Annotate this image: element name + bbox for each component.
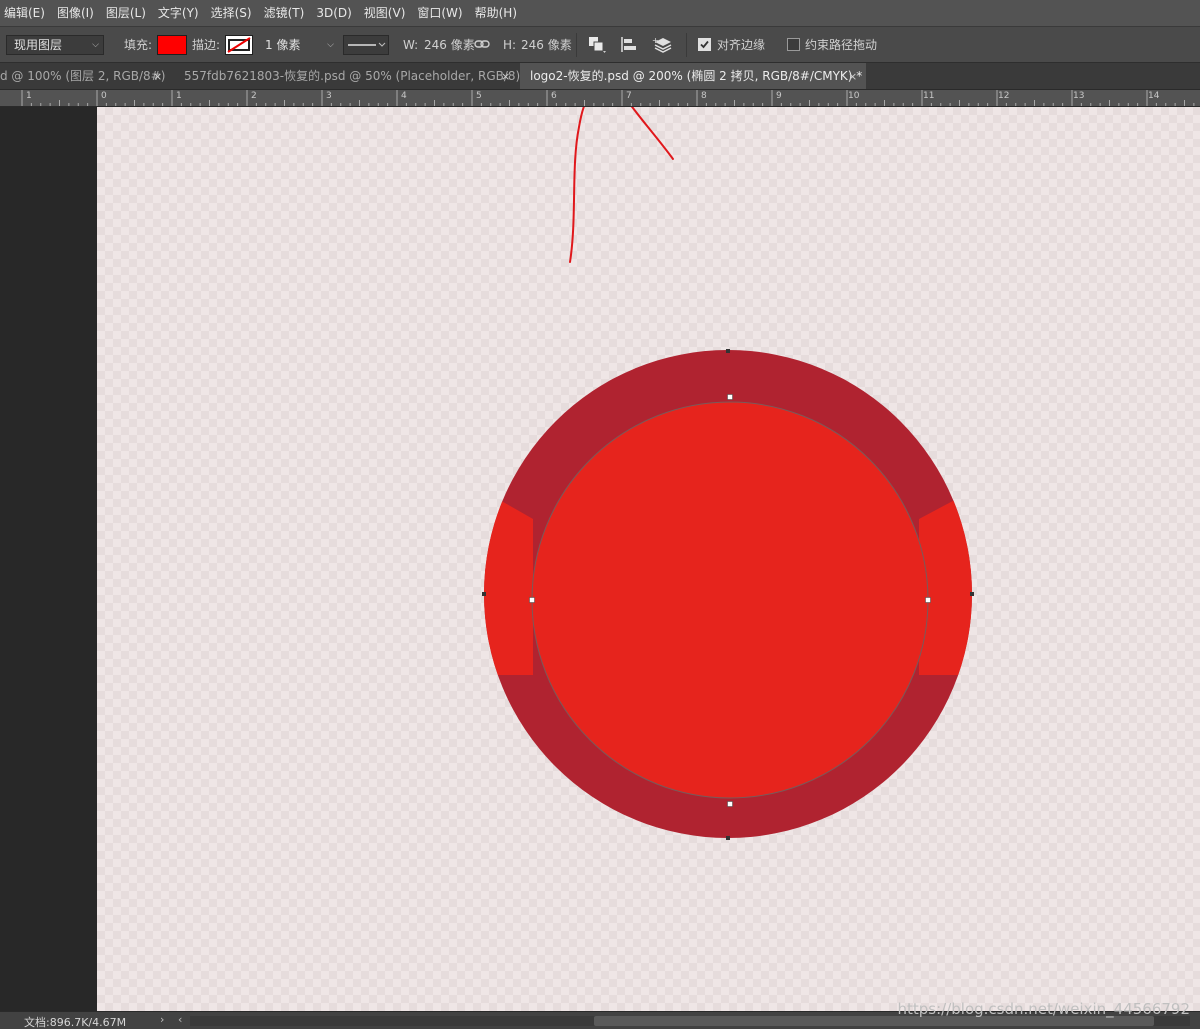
- ruler-label: 4: [401, 91, 407, 101]
- menu-image[interactable]: 图像(I): [53, 0, 102, 27]
- anchor-point-outer-bottom[interactable]: [726, 836, 730, 840]
- stroke-color-swatch[interactable]: [225, 35, 253, 55]
- tab-title: logo2-恢复的.psd @ 200% (椭圆 2 拷贝, RGB/8#/CM…: [530, 69, 863, 83]
- menu-select[interactable]: 选择(S): [207, 0, 260, 27]
- anchor-point-outer-left[interactable]: [482, 592, 486, 596]
- close-icon[interactable]: ×: [501, 63, 510, 89]
- inner-ellipse-shape[interactable]: [531, 401, 929, 799]
- stroke-line-icon: [348, 42, 386, 47]
- chevron-down-icon: ⌵: [92, 40, 99, 50]
- stroke-width-dropdown[interactable]: 1 像素 ⌵: [257, 35, 339, 55]
- ruler-label: 14: [1148, 91, 1160, 101]
- tab-title: d @ 100% (图层 2, RGB/8#): [0, 69, 166, 83]
- tab-document-3[interactable]: logo2-恢复的.psd @ 200% (椭圆 2 拷贝, RGB/8#/CM…: [520, 63, 866, 89]
- document-size-info: 文档:896.7K/4.67M: [24, 1016, 127, 1029]
- ruler-label: 1: [176, 91, 182, 101]
- menu-filter[interactable]: 滤镜(T): [260, 0, 313, 27]
- canvas-artwork: [482, 107, 974, 840]
- constrain-path-label: 约束路径拖动: [805, 38, 878, 52]
- ruler-label: 11: [923, 91, 935, 101]
- stroke-label: 描边:: [192, 38, 221, 52]
- path-alignment-icon[interactable]: [620, 36, 640, 57]
- ruler-label: 12: [998, 91, 1010, 101]
- anchor-point-outer-right[interactable]: [970, 592, 974, 596]
- ruler-label: 5: [476, 91, 482, 101]
- align-edges-label: 对齐边缘: [717, 38, 766, 52]
- anchor-point-outer-top[interactable]: [726, 349, 730, 353]
- menu-layer[interactable]: 图层(L): [102, 0, 154, 27]
- ring-band-right: [919, 487, 972, 675]
- menu-window[interactable]: 窗口(W): [413, 0, 470, 27]
- constrain-path-checkbox[interactable]: [787, 38, 800, 51]
- menu-edit[interactable]: 编辑(E): [0, 0, 53, 27]
- menu-help[interactable]: 帮助(H): [471, 0, 525, 27]
- ruler-label: 1: [26, 91, 32, 101]
- stroke-type-dropdown[interactable]: [343, 35, 389, 55]
- layer-mode-value: 现用图层: [14, 38, 63, 52]
- document-canvas[interactable]: [97, 107, 1200, 1011]
- horizontal-ruler[interactable]: 1 0 1 2 3 4 5 6 7 8 9 10 11 12 13 14: [0, 90, 1200, 107]
- path-arrangement-icon[interactable]: +: [652, 35, 674, 58]
- align-edges-checkbox[interactable]: [698, 38, 711, 51]
- checkmark-icon: [700, 40, 709, 49]
- ruler-label: 8: [701, 91, 707, 101]
- anchor-point-right[interactable]: [925, 597, 931, 603]
- ring-band-left: [484, 487, 533, 675]
- scroll-left-arrow-icon[interactable]: ‹: [178, 1013, 182, 1026]
- close-icon[interactable]: ×: [153, 63, 162, 89]
- chevron-down-icon: ⌵: [327, 40, 334, 50]
- document-tabs: d @ 100% (图层 2, RGB/8#) × 557fdb7621803-…: [0, 63, 1200, 90]
- anchor-point-bottom[interactable]: [727, 801, 733, 807]
- ruler-label: 0: [101, 91, 107, 101]
- close-icon[interactable]: ×: [848, 63, 857, 89]
- watermark: https://blog.csdn.net/weixin_44566792: [897, 1000, 1190, 1018]
- tab-document-1[interactable]: d @ 100% (图层 2, RGB/8#): [0, 63, 168, 89]
- fill-label: 填充:: [124, 38, 153, 52]
- no-stroke-icon: [227, 37, 251, 53]
- path-operations-icon[interactable]: [588, 36, 608, 57]
- ruler-label: 10: [848, 91, 860, 101]
- anchor-point-top[interactable]: [727, 394, 733, 400]
- anchor-point-left[interactable]: [529, 597, 535, 603]
- ruler-label: 7: [626, 91, 632, 101]
- divider: [686, 33, 687, 57]
- tab-document-2[interactable]: 557fdb7621803-恢复的.psd @ 50% (Placeholder…: [184, 63, 530, 89]
- ruler-label: 3: [326, 91, 332, 101]
- divider: [576, 33, 577, 57]
- menu-3d[interactable]: 3D(D): [312, 0, 359, 27]
- menu-view[interactable]: 视图(V): [360, 0, 414, 27]
- annotation-arrow: [569, 107, 674, 263]
- svg-text:+: +: [652, 36, 659, 45]
- stroke-width-value: 1 像素: [265, 38, 301, 52]
- height-field[interactable]: 246 像素: [521, 35, 572, 55]
- fill-color-swatch[interactable]: [157, 35, 187, 55]
- options-bar: 现用图层 ⌵ 填充: 描边: 1 像素 ⌵ W: 246 像素 H: 246 像…: [0, 27, 1200, 63]
- width-field[interactable]: 246 像素: [424, 35, 475, 55]
- menu-type[interactable]: 文字(Y): [154, 0, 207, 27]
- width-label: W:: [403, 38, 419, 52]
- menu-bar: 编辑(E) 图像(I) 图层(L) 文字(Y) 选择(S) 滤镜(T) 3D(D…: [0, 0, 1200, 27]
- status-menu-arrow-icon[interactable]: ›: [160, 1013, 164, 1026]
- pasteboard: [0, 107, 97, 1011]
- ruler-label: 2: [251, 91, 257, 101]
- ruler-label: 6: [551, 91, 557, 101]
- tab-title: 557fdb7621803-恢复的.psd @ 50% (Placeholder…: [184, 69, 531, 83]
- height-label: H:: [503, 38, 517, 52]
- layer-mode-dropdown[interactable]: 现用图层 ⌵: [6, 35, 104, 55]
- ruler-label: 9: [776, 91, 782, 101]
- link-icon[interactable]: [474, 36, 490, 55]
- ruler-label: 13: [1073, 91, 1085, 101]
